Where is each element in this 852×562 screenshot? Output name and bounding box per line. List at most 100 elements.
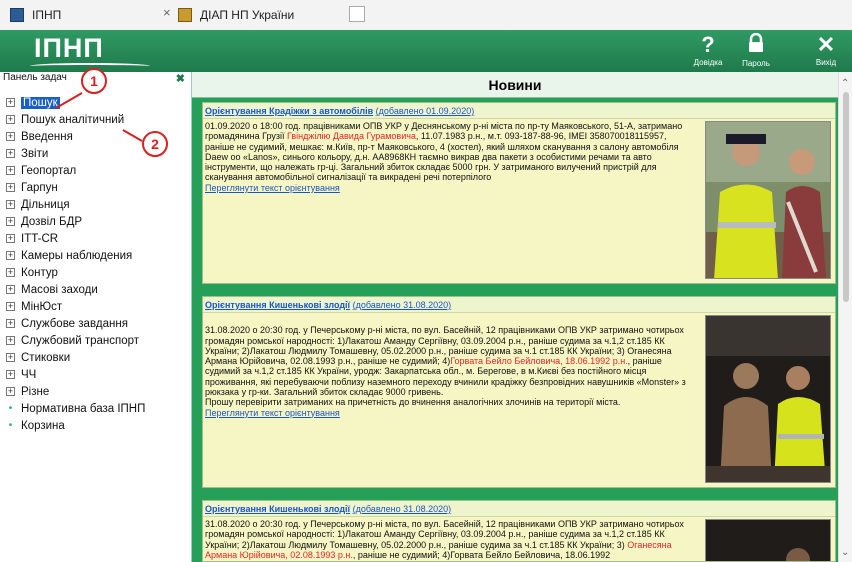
sidebar-item[interactable]: • Корзина: [0, 417, 191, 434]
tab-close-icon[interactable]: ×: [163, 5, 171, 20]
news-card: Орієнтування Кишенькові злодії (добавлен…: [202, 296, 836, 488]
task-panel-title: Панель задач: [3, 72, 67, 83]
scroll-thumb[interactable]: [843, 92, 849, 302]
expand-plus-icon[interactable]: +: [6, 370, 15, 379]
sidebar-item[interactable]: + ITT-CR: [0, 230, 191, 247]
sidebar-item-label: Службовий транспорт: [21, 334, 140, 347]
sidebar-item-label: Гарпун: [21, 181, 58, 194]
sidebar-item[interactable]: + Пошук аналітичний: [0, 111, 191, 128]
diap-favicon-icon: [178, 8, 192, 22]
sidebar-item-label: Службове завдання: [21, 317, 128, 330]
sidebar-item[interactable]: + Масові заходи: [0, 281, 191, 298]
expand-plus-icon[interactable]: +: [6, 98, 15, 107]
expand-plus-icon[interactable]: +: [6, 132, 15, 141]
news-title-link[interactable]: Орієнтування Кишенькові злодії: [205, 300, 350, 310]
app-header: ІПНП ? Довідка Пароль ✕ Вихід: [0, 30, 852, 72]
news-title-link[interactable]: Орієнтування Крадіжки з автомобілів: [205, 106, 373, 116]
sidebar-item[interactable]: + Службовий транспорт: [0, 332, 191, 349]
sidebar-item[interactable]: + МінЮст: [0, 298, 191, 315]
password-label: Пароль: [742, 59, 770, 68]
sidebar-item[interactable]: + Дільниця: [0, 196, 191, 213]
sidebar-item-label: Дільниця: [21, 198, 70, 211]
sidebar-item[interactable]: + Різне: [0, 383, 191, 400]
news-text: 31.08.2020 о 20:30 год. у Печерському р-…: [205, 315, 697, 428]
close-icon: ✕: [816, 32, 836, 57]
sidebar-item-label: Контур: [21, 266, 58, 279]
sidebar-item-label: Нормативна база ІПНП: [21, 402, 146, 415]
app-logo: ІПНП: [30, 33, 150, 65]
news-text: 01.09.2020 о 18:00 год. працівниками ОПВ…: [205, 121, 697, 193]
new-tab-icon[interactable]: [349, 6, 365, 22]
news-panel: Новини Орієнтування Крадіжки з автомобіл…: [192, 72, 838, 562]
sidebar-item[interactable]: + Контур: [0, 264, 191, 281]
logo-text: ІПНП: [34, 33, 104, 63]
ipnp-favicon-icon: [10, 8, 24, 22]
expand-plus-icon[interactable]: +: [6, 251, 15, 260]
scroll-up-icon[interactable]: ⌃: [841, 78, 849, 89]
help-icon: ?: [701, 32, 715, 57]
view-orientation-link[interactable]: Переглянути текст орієнтування: [205, 183, 697, 193]
news-card: Орієнтування Крадіжки з автомобілів (доб…: [202, 102, 836, 284]
news-date: (добавлено 31.08.2020): [352, 504, 452, 514]
suspect-photo: [705, 121, 831, 279]
sidebar-item[interactable]: • Нормативна база ІПНП: [0, 400, 191, 417]
tab-title: ІПНП: [32, 8, 62, 22]
vertical-scrollbar[interactable]: ⌃ ⌄: [838, 72, 852, 562]
sidebar-item-label: ЧЧ: [21, 368, 37, 381]
expand-plus-icon[interactable]: +: [6, 387, 15, 396]
lock-icon: [736, 32, 776, 58]
news-text: 31.08.2020 о 20:30 год. у Печерському р-…: [205, 519, 697, 560]
suspect-photo: [705, 315, 831, 483]
expand-plus-icon[interactable]: +: [6, 217, 15, 226]
callout-1: 1: [81, 68, 107, 94]
expand-plus-icon[interactable]: +: [6, 336, 15, 345]
sidebar-item[interactable]: + Службове завдання: [0, 315, 191, 332]
suspect-photo: [705, 519, 831, 561]
sidebar-item[interactable]: + Геопортал: [0, 162, 191, 179]
expand-plus-icon[interactable]: +: [6, 200, 15, 209]
news-date: (добавлено 31.08.2020): [352, 300, 452, 310]
sidebar-item-label: Камеры наблюдения: [21, 249, 133, 262]
sidebar-item-label: МінЮст: [21, 300, 63, 313]
expand-plus-icon[interactable]: +: [6, 285, 15, 294]
expand-plus-icon[interactable]: +: [6, 302, 15, 311]
sidebar-item-label: Геопортал: [21, 164, 77, 177]
callout-2: 2: [142, 131, 168, 157]
news-text-part: , раніше не судимий; 4)Горвата Бейло Бей…: [352, 549, 611, 560]
bullet-icon: •: [8, 403, 13, 414]
expand-plus-icon[interactable]: +: [6, 268, 15, 277]
news-title: Новини: [192, 72, 838, 98]
sidebar-item[interactable]: + ЧЧ: [0, 366, 191, 383]
news-text-part: 31.08.2020 о 20:30 год. у Печерському р-…: [205, 519, 684, 550]
news-card-header: Орієнтування Кишенькові злодії (добавлен…: [203, 501, 835, 517]
scroll-down-icon[interactable]: ⌄: [841, 547, 849, 558]
help-button[interactable]: ? Довідка: [688, 32, 728, 68]
expand-plus-icon[interactable]: +: [6, 234, 15, 243]
news-card-header: Орієнтування Кишенькові злодії (добавлен…: [203, 297, 835, 313]
news-highlight: Горвата Бейло Бейловича, 18.06.1992 р.н.: [450, 356, 628, 367]
sidebar-item[interactable]: + Пошук: [0, 94, 191, 111]
sidebar-item[interactable]: + Гарпун: [0, 179, 191, 196]
expand-plus-icon[interactable]: +: [6, 149, 15, 158]
browser-tab-strip: ІПНП × ДІАП НП України: [0, 0, 852, 30]
expand-plus-icon[interactable]: +: [6, 183, 15, 192]
sidebar-item-label: Пошук: [21, 96, 60, 109]
news-title-link[interactable]: Орієнтування Кишенькові злодії: [205, 504, 350, 514]
exit-button[interactable]: ✕ Вихід: [806, 32, 846, 68]
panel-close-icon[interactable]: ✖: [176, 72, 185, 85]
sidebar-item-label: Корзина: [21, 419, 65, 432]
sidebar-item-label: Різне: [21, 385, 50, 398]
expand-plus-icon[interactable]: +: [6, 115, 15, 124]
expand-plus-icon[interactable]: +: [6, 319, 15, 328]
tab-ipnp[interactable]: ІПНП: [10, 4, 61, 26]
sidebar-item[interactable]: + Стиковки: [0, 349, 191, 366]
sidebar-item[interactable]: + Дозвіл БДР: [0, 213, 191, 230]
expand-plus-icon[interactable]: +: [6, 353, 15, 362]
sidebar-item[interactable]: + Камеры наблюдения: [0, 247, 191, 264]
view-orientation-link[interactable]: Переглянути текст орієнтування: [205, 408, 697, 418]
expand-plus-icon[interactable]: +: [6, 166, 15, 175]
help-label: Довідка: [693, 58, 723, 67]
password-button[interactable]: Пароль: [736, 32, 776, 68]
tab-diap[interactable]: ДІАП НП України: [178, 4, 294, 26]
tab-title: ДІАП НП України: [200, 8, 295, 22]
